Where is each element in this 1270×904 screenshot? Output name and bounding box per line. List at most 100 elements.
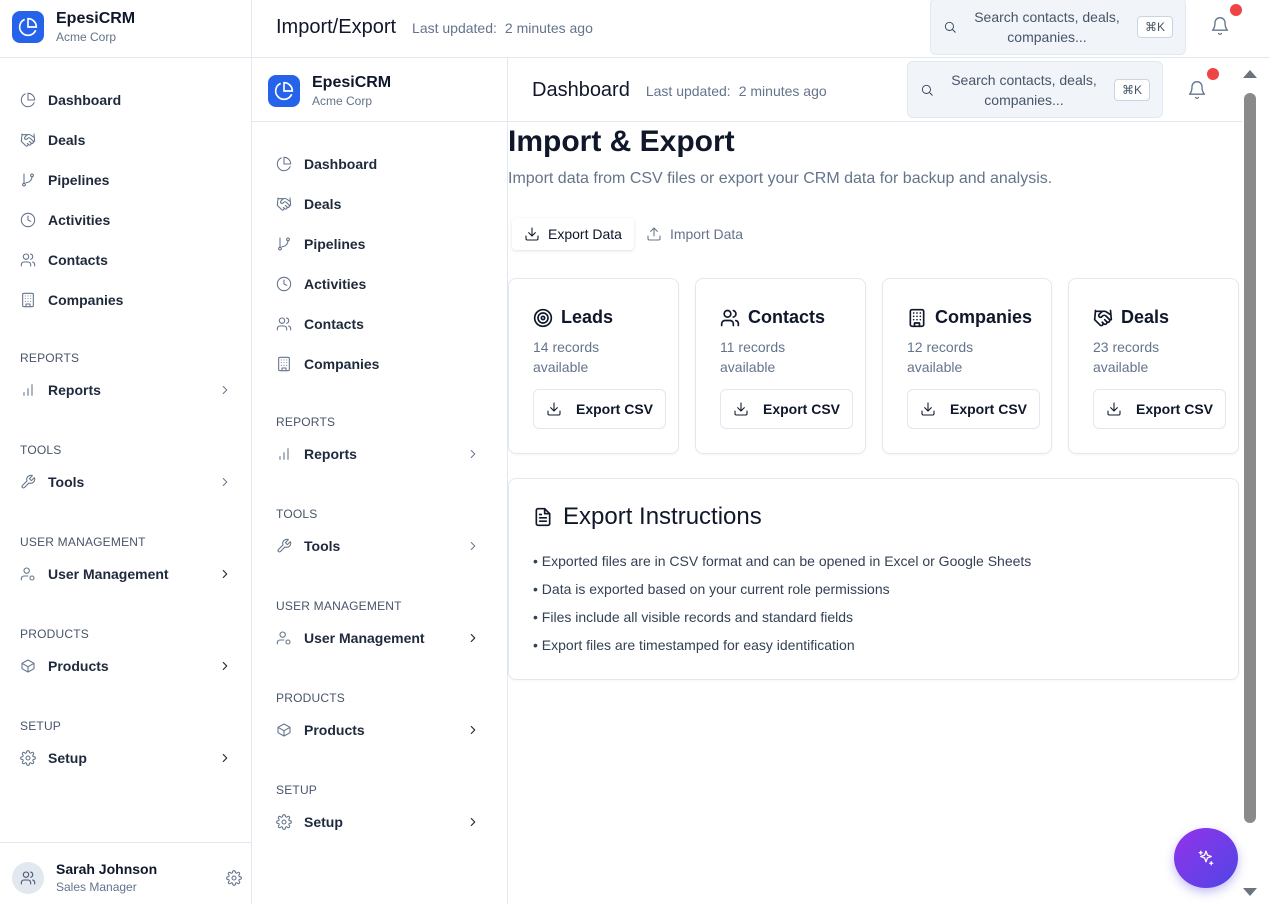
user-role: Sales Manager (56, 880, 137, 894)
brand-name: EpesiCRM (56, 10, 136, 27)
sidebar-item-deals[interactable]: Deals (276, 184, 480, 224)
outer-section-user-management: USER MANAGEMENT User Management (20, 535, 232, 594)
ai-assistant-button[interactable] (1174, 828, 1238, 888)
sidebar-item-activities[interactable]: Activities (276, 264, 480, 304)
sidebar-item-label: User Management (48, 566, 169, 582)
outer-section-tools: TOOLS Tools (20, 443, 232, 502)
building-icon (276, 356, 292, 372)
sidebar-item-label: Contacts (304, 316, 364, 332)
brand-logo-icon (12, 11, 44, 43)
export-csv-button[interactable]: Export CSV (533, 389, 667, 429)
sidebar-item-setup[interactable]: Setup (276, 802, 480, 842)
section-heading: USER MANAGEMENT (20, 535, 146, 549)
sidebar-item-label: Deals (48, 132, 86, 148)
sidebar-item-reports[interactable]: Reports (276, 434, 480, 474)
section-heading: REPORTS (20, 351, 80, 365)
sidebar-item-companies[interactable]: Companies (276, 344, 480, 384)
outer-brand[interactable]: EpesiCRM Acme Corp (12, 10, 135, 44)
download-icon (733, 401, 749, 417)
search-icon (920, 83, 934, 97)
gear-icon (20, 750, 36, 766)
git-branch-icon (276, 236, 292, 252)
outer-section-reports: REPORTS Reports (20, 351, 232, 410)
sidebar-item-label: Setup (48, 750, 87, 766)
sidebar-item-label: Companies (304, 356, 380, 372)
card-title: Leads (561, 307, 614, 327)
bell-icon[interactable] (1210, 16, 1230, 36)
users-icon (20, 870, 36, 886)
user-cog-icon (276, 630, 292, 646)
wrench-icon (20, 474, 36, 490)
button-label: Export CSV (576, 401, 654, 417)
user-name: Sarah Johnson (56, 861, 158, 877)
download-icon (546, 401, 562, 417)
inner-section-tools: TOOLS Tools (276, 507, 480, 566)
chevron-right-icon (466, 631, 480, 645)
export-csv-button[interactable]: Export CSV (907, 389, 1041, 429)
inner-brand[interactable]: EpesiCRM Acme Corp (268, 74, 391, 108)
record-available: available (720, 359, 776, 375)
sidebar-item-label: Activities (48, 212, 111, 228)
sidebar-item-pipelines[interactable]: Pipelines (20, 160, 232, 200)
sidebar-item-companies[interactable]: Companies (20, 280, 232, 320)
sparkles-icon (1197, 849, 1215, 867)
tab-import-data[interactable]: Import Data (634, 218, 755, 250)
brand-org: Acme Corp (56, 30, 117, 44)
handshake-icon (20, 132, 36, 148)
sidebar-item-dashboard[interactable]: Dashboard (276, 144, 480, 184)
scroll-down-arrow[interactable] (1243, 888, 1257, 896)
sidebar-item-deals[interactable]: Deals (20, 120, 232, 160)
sidebar-item-pipelines[interactable]: Pipelines (276, 224, 480, 264)
sidebar-item-dashboard[interactable]: Dashboard (20, 80, 232, 120)
export-csv-button[interactable]: Export CSV (1093, 389, 1227, 429)
bar-chart-icon (20, 382, 36, 398)
bell-icon[interactable] (1187, 80, 1207, 100)
updated-label: Last updated: (645, 83, 731, 99)
sidebar-item-label: Dashboard (304, 156, 378, 172)
sidebar-item-products[interactable]: Products (20, 646, 232, 686)
sidebar-item-contacts[interactable]: Contacts (276, 304, 480, 344)
inner-sidebar: EpesiCRM Acme Corp Dashboard Deals Pipel… (252, 58, 508, 904)
scroll-up-arrow[interactable] (1243, 70, 1257, 78)
users-icon (720, 308, 740, 328)
scrollbar[interactable] (1242, 66, 1258, 904)
sidebar-item-setup[interactable]: Setup (20, 738, 232, 778)
tab-export-data[interactable]: Export Data (512, 218, 634, 250)
record-available: available (1093, 359, 1149, 375)
download-icon (524, 226, 540, 242)
file-text-icon (533, 507, 553, 527)
card-title: Contacts (748, 307, 826, 327)
content-title: Import & Export (508, 125, 735, 158)
sidebar-item-tools[interactable]: Tools (20, 462, 232, 502)
search-input[interactable]: Search contacts, deals, companies... ⌘K (907, 61, 1163, 118)
clock-icon (276, 276, 292, 292)
sidebar-item-activities[interactable]: Activities (20, 200, 232, 240)
avatar (12, 861, 44, 894)
record-count: 14 records (533, 339, 600, 355)
section-heading: PRODUCTS (276, 691, 345, 705)
sidebar-item-contacts[interactable]: Contacts (20, 240, 232, 280)
sidebar-item-user-management[interactable]: User Management (20, 554, 232, 594)
record-count: 11 records (720, 339, 786, 355)
export-instructions-card: Export Instructions • Exported files are… (508, 478, 1239, 680)
handshake-icon (276, 196, 292, 212)
sidebar-item-label: Reports (48, 382, 101, 398)
sidebar-item-tools[interactable]: Tools (276, 526, 480, 566)
divider (0, 842, 251, 843)
search-input[interactable]: Search contacts, deals, companies... ⌘K (930, 0, 1186, 55)
gear-icon[interactable] (226, 869, 242, 886)
search-placeholder: Search contacts, deals, companies... (974, 8, 1120, 45)
sidebar-item-label: Dashboard (48, 92, 122, 108)
user-profile[interactable]: Sarah Johnson Sales Manager (12, 861, 242, 894)
export-csv-button[interactable]: Export CSV (720, 389, 854, 429)
sidebar-item-products[interactable]: Products (276, 710, 480, 750)
sidebar-item-label: Deals (304, 196, 342, 212)
export-card-companies: Companies 12 records available Export CS… (882, 278, 1052, 454)
button-label: Export CSV (763, 401, 841, 417)
divider (252, 121, 507, 122)
sidebar-item-reports[interactable]: Reports (20, 370, 232, 410)
sidebar-item-user-management[interactable]: User Management (276, 618, 480, 658)
button-label: Export CSV (950, 401, 1028, 417)
package-icon (20, 658, 36, 674)
scroll-thumb[interactable] (1244, 93, 1256, 823)
